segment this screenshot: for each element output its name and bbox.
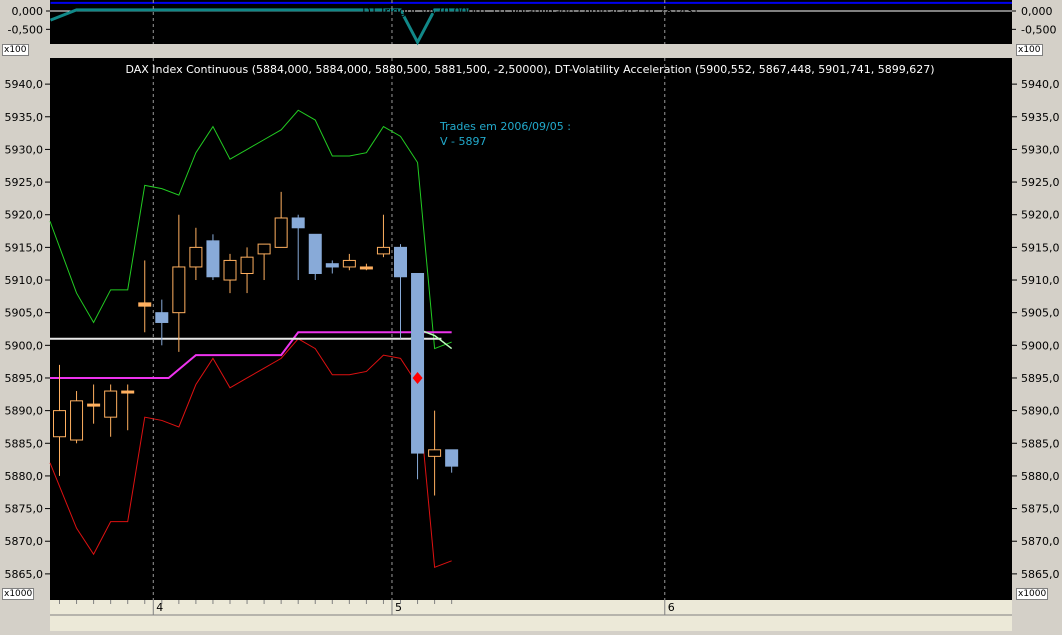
price-tick-label-right: 5875,0 [1021,503,1060,516]
top-tick-label-left: 0,000 [12,5,44,18]
price-tick-label-right: 5905,0 [1021,307,1060,320]
price-tick-label-left: 5925,0 [5,176,44,189]
top-tick-label-right: 0,000 [1021,5,1053,18]
candle-body-down [308,233,322,274]
price-tick-label-left: 5895,0 [5,372,44,385]
price-tick-label-left: 5910,0 [5,274,44,287]
chart-window: DT-Trigger VA (0,0000), DT-Volatilidade … [0,0,1062,631]
main-plot-area [50,58,1012,600]
price-tick-label-right: 5880,0 [1021,470,1060,483]
price-tick-label-left: 5915,0 [5,241,44,254]
candle-body-down [325,263,339,268]
candle-body-up [104,390,118,418]
trades-annotation-line-1: Trades em 2006/09/05 : [439,120,571,133]
price-tick-label-left: 5935,0 [5,111,44,124]
candle-body-up [428,449,442,457]
main-multiplier-left: x1000 [2,588,35,600]
price-tick-label-left: 5940,0 [5,78,44,91]
price-tick-label-left: 5875,0 [5,503,44,516]
top-multiplier-left: x100 [2,44,29,56]
candle-body-down [291,217,305,229]
price-tick-label-right: 5935,0 [1021,111,1060,124]
chart-canvas: DT-Trigger VA (0,0000), DT-Volatilidade … [5,0,1060,631]
price-tick-label-left: 5870,0 [5,535,44,548]
candle-body-down [206,240,220,278]
top-panel-title: DT-Trigger VA (0,0000), DT-Volatilidade … [362,5,697,18]
price-tick-label-left: 5905,0 [5,307,44,320]
top-tick-label-right: -0,500 [1021,23,1056,36]
candle-body-up [359,266,373,270]
price-tick-label-right: 5865,0 [1021,568,1060,581]
price-tick-label-right: 5910,0 [1021,274,1060,287]
candle-body-down [411,272,425,454]
candle-body-down [394,246,407,278]
time-tick-label: 6 [668,601,675,614]
candle-body-up [121,390,135,394]
price-tick-label-left: 5920,0 [5,209,44,222]
price-tick-label-right: 5930,0 [1021,143,1060,156]
candle-body-up [53,410,66,438]
main-panel-title: DAX Index Continuous (5884,000, 5884,000… [125,63,934,76]
trades-annotation-line-2: V - 5897 [440,135,486,148]
candle-body-up [257,243,271,255]
price-tick-label-right: 5890,0 [1021,405,1060,418]
price-tick-label-right: 5920,0 [1021,209,1060,222]
top-tick-label-left: -0,500 [8,23,43,36]
main-multiplier-right: x1000 [1016,588,1049,600]
candle-body-up [70,400,84,441]
candle-body-down [445,449,459,467]
price-tick-label-left: 5890,0 [5,405,44,418]
price-tick-label-left: 5900,0 [5,339,44,352]
price-tick-label-left: 5880,0 [5,470,44,483]
price-tick-label-left: 5885,0 [5,437,44,450]
price-tick-label-right: 5940,0 [1021,78,1060,91]
price-tick-label-right: 5925,0 [1021,176,1060,189]
price-tick-label-right: 5900,0 [1021,339,1060,352]
candle-body-up [223,259,237,281]
candle-body-up [342,259,356,268]
candle-body-up [172,266,186,314]
price-tick-label-right: 5915,0 [1021,241,1060,254]
price-tick-label-left: 5865,0 [5,568,44,581]
candle-body-up [138,302,152,307]
price-tick-label-right: 5885,0 [1021,437,1060,450]
candle-body-up [274,217,288,248]
candle-body-up [240,256,254,274]
price-tick-label-right: 5870,0 [1021,535,1060,548]
price-tick-label-right: 5895,0 [1021,372,1060,385]
candle-body-up [87,403,101,407]
candle-body-down [155,312,169,323]
top-multiplier-right: x100 [1016,44,1043,56]
price-tick-label-left: 5930,0 [5,143,44,156]
candle-body-up [189,246,203,268]
candle-body-up [376,246,390,255]
